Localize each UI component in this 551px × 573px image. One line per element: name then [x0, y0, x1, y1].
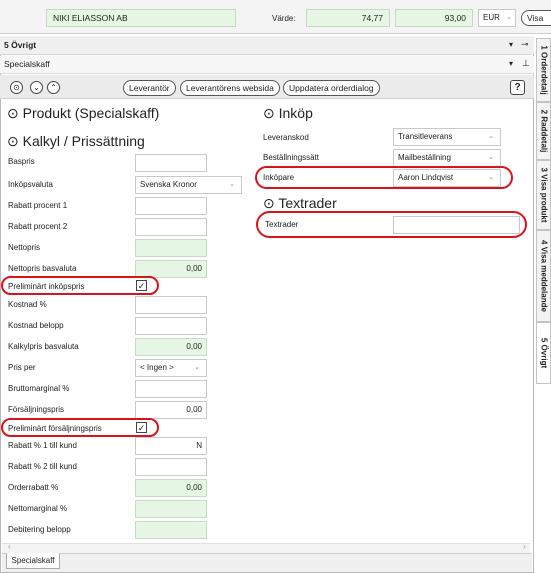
inkop-section-title[interactable]: ⊙ Inköp: [263, 105, 313, 122]
nettopris-field: [135, 239, 207, 257]
bruttomarginal-label: Bruttomarginal %: [8, 384, 70, 393]
horizontal-scrollbar[interactable]: [2, 543, 530, 553]
kostnad-belopp-label: Kostnad belopp: [8, 321, 64, 330]
currency-value: EUR: [483, 13, 500, 22]
rabatt2-input[interactable]: [135, 218, 207, 236]
bruttomarginal-input[interactable]: [135, 380, 207, 398]
inkopsvaluta-label: Inköpsvaluta: [8, 180, 53, 189]
baspris-label: Baspris: [8, 157, 35, 166]
scroll-left-icon[interactable]: ‹: [8, 542, 11, 551]
company-field: NIKI ELIASSON AB: [46, 9, 236, 27]
section-title: 5 Övrigt: [4, 40, 37, 50]
chevron-down-icon: ⌄: [488, 133, 494, 140]
prelim-forsalj-checkbox[interactable]: ✓: [136, 422, 147, 433]
scroll-right-icon[interactable]: ›: [523, 542, 526, 551]
nettomarginal-label: Nettomarginal %: [8, 504, 68, 513]
inkopare-label: Inköpare: [263, 173, 295, 182]
bestallningssatt-select[interactable]: Mailbeställning ⌄: [393, 149, 501, 167]
chevron-down-icon: ⌄: [488, 174, 494, 181]
kalkyl-section-title[interactable]: ⊙ Kalkyl / Prissättning: [7, 133, 145, 150]
leveranskod-select[interactable]: Transitleverans ⌄: [393, 128, 501, 146]
chevron-down-icon: ⌄: [229, 181, 235, 188]
rabatt1-input[interactable]: [135, 197, 207, 215]
baspris-input[interactable]: [135, 154, 207, 172]
prelim-inkop-label: Preliminärt inköpspris: [8, 282, 85, 291]
chevron-down-icon: ⌄: [194, 364, 200, 371]
rabatt-kund2-label: Rabatt % 2 till kund: [8, 462, 77, 471]
prelim-inkop-checkbox[interactable]: ✓: [136, 280, 147, 291]
nettopris-bas-label: Nettopris basvaluta: [8, 264, 77, 273]
pris-per-label: Pris per: [8, 363, 36, 372]
sidetab-raddetalj[interactable]: 2 Raddetalj: [536, 102, 551, 160]
chevron-down-icon: ⌄: [506, 14, 512, 21]
subsection-title: Specialskaff: [4, 59, 50, 69]
collapse-up-icon[interactable]: ⌃: [47, 81, 60, 94]
kostnad-belopp-input[interactable]: [135, 317, 207, 335]
collapse-icon[interactable]: ⊙: [263, 195, 275, 211]
kostnad-pct-label: Kostnad %: [8, 300, 47, 309]
kalkylpris-field: 0,00: [135, 338, 207, 356]
sidetab-visa-produkt[interactable]: 3 Visa produkt: [536, 160, 551, 230]
pin-icon[interactable]: ⊸: [521, 39, 529, 50]
kalkylpris-label: Kalkylpris basvaluta: [8, 342, 79, 351]
orderrabatt-field: 0,00: [135, 479, 207, 497]
chevron-down-icon[interactable]: ▾: [509, 40, 513, 49]
currency-select[interactable]: EUR ⌄: [478, 9, 516, 27]
uppdatera-orderdialog-button[interactable]: Uppdatera orderdialog: [283, 80, 380, 96]
nettomarginal-field: [135, 500, 207, 518]
collapse-all-icon[interactable]: ⊙: [10, 81, 23, 94]
rabatt-kund1-label: Rabatt % 1 till kund: [8, 441, 77, 450]
debitering-field: [135, 521, 207, 539]
inkopare-value: Aaron Lindqvist: [398, 173, 454, 182]
rabatt1-label: Rabatt procent 1: [8, 201, 68, 210]
sidetab-visa-meddelande[interactable]: 4 Visa meddelande: [536, 230, 551, 322]
pris-per-select[interactable]: < Ingen > ⌄: [135, 359, 207, 377]
sidetab-orderdetalj[interactable]: 1 Orderdetalj: [536, 38, 551, 102]
collapse-icon[interactable]: ⊙: [7, 105, 19, 121]
pin-icon[interactable]: ⊥: [522, 58, 530, 69]
prelim-forsalj-label: Preliminärt försäljningspris: [8, 424, 102, 433]
visa-button[interactable]: Visa: [521, 10, 551, 26]
produkt-section-title[interactable]: ⊙ Produkt (Specialskaff): [7, 105, 159, 122]
collapse-icon[interactable]: ⊙: [7, 133, 19, 149]
section-header: 5 Övrigt: [0, 36, 534, 55]
leveranskod-label: Leveranskod: [263, 133, 309, 142]
sidetab-ovrigt[interactable]: 5 Övrigt: [536, 322, 551, 384]
kostnad-pct-input[interactable]: [135, 296, 207, 314]
bottom-tabstrip: [2, 553, 532, 572]
rabatt-kund1-input[interactable]: N: [135, 437, 207, 455]
chevron-down-icon[interactable]: ▾: [509, 59, 513, 68]
rabatt2-label: Rabatt procent 2: [8, 222, 68, 231]
bestallningssatt-value: Mailbeställning: [398, 153, 451, 162]
help-icon[interactable]: ?: [510, 80, 525, 95]
leveranskod-value: Transitleverans: [398, 132, 453, 141]
chevron-down-icon: ⌄: [488, 154, 494, 161]
tab-specialskaff[interactable]: Specialskaff: [6, 553, 60, 569]
nettopris-label: Nettopris: [8, 243, 41, 252]
collapse-icon[interactable]: ⊙: [263, 105, 275, 121]
value-field-1: 74,77: [306, 9, 390, 27]
forsaljningspris-label: Försäljningspris: [8, 405, 65, 414]
orderrabatt-label: Orderrabatt %: [8, 483, 59, 492]
bestallningssatt-label: Beställningssätt: [263, 153, 320, 162]
textrader-input[interactable]: [393, 216, 520, 234]
inkopare-select[interactable]: Aaron Lindqvist ⌄: [393, 169, 501, 187]
leverantor-button[interactable]: Leverantör: [123, 80, 176, 96]
value-field-2: 93,00: [395, 9, 473, 27]
leverantor-webbsida-button[interactable]: Leverantörens websida: [180, 80, 280, 96]
inkopsvaluta-value: Svenska Kronor: [140, 180, 197, 189]
rabatt-kund2-input[interactable]: [135, 458, 207, 476]
textrader-section-title[interactable]: ⊙ Textrader: [263, 195, 337, 212]
expand-down-icon[interactable]: ⌄: [30, 81, 43, 94]
textrader-label: Textrader: [265, 220, 299, 229]
subsection-header: Specialskaff: [0, 56, 534, 74]
inkopsvaluta-select[interactable]: Svenska Kronor ⌄: [135, 176, 242, 194]
pris-per-value: < Ingen >: [140, 363, 174, 372]
forsaljningspris-input[interactable]: 0,00: [135, 401, 207, 419]
debitering-label: Debitering belopp: [8, 525, 71, 534]
value-label: Värde:: [272, 14, 296, 23]
